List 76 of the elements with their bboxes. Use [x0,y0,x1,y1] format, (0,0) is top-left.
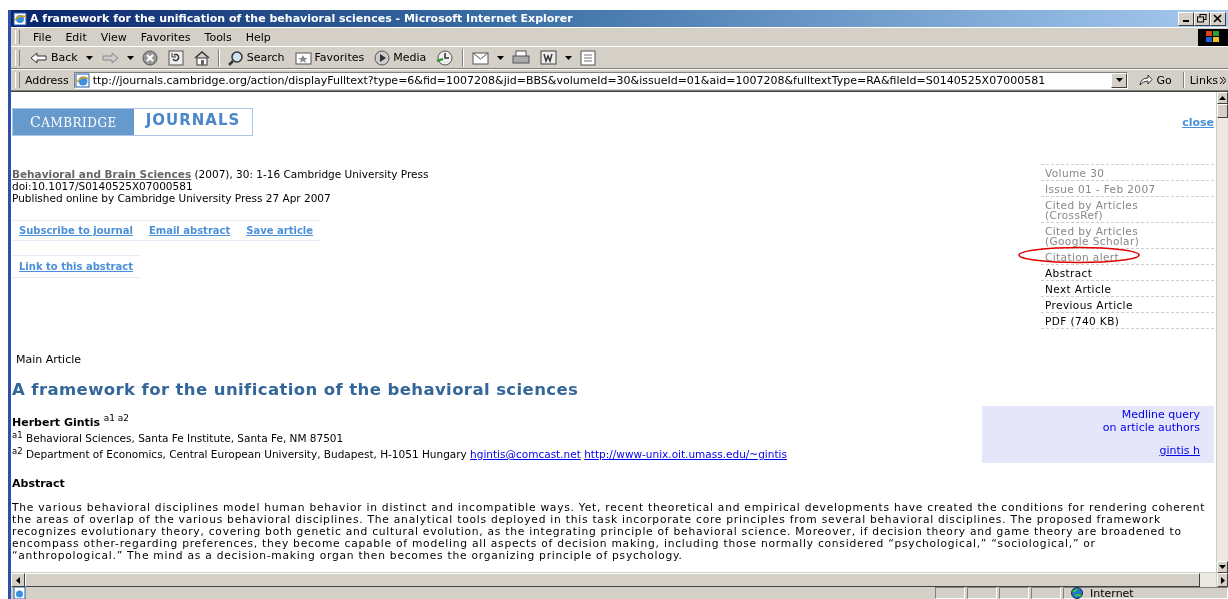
search-button[interactable]: Search [223,48,289,67]
scroll-down-button[interactable] [1217,561,1228,573]
menu-item[interactable]: Tools [197,30,239,44]
scrollbar-thumb[interactable] [25,573,1200,587]
favorites-icon [294,49,312,66]
publication-date: Published online by Cambridge University Press 27 Apr 2007 [12,192,332,204]
sidebar-link[interactable]: Next Article [1041,281,1214,296]
down-arrow-icon [1219,565,1226,569]
section-label: Main Article [15,353,83,366]
up-arrow-icon [1219,96,1226,100]
sidebar-link[interactable]: Abstract [1041,265,1214,280]
status-panel [967,587,997,599]
journal-link[interactable]: Behavioral and Brain Sciences [12,168,192,180]
address-label: Address [23,73,70,87]
sidebar-link[interactable]: Previous Article [1041,297,1214,312]
status-panel [935,587,965,599]
minimize-button[interactable] [1178,11,1194,26]
dropdown-button[interactable] [1111,72,1128,88]
scroll-right-button[interactable] [1217,573,1228,587]
author-link[interactable]: http://www-unix.oit.umass.edu/~gintis [584,447,787,460]
sidebar-link[interactable]: PDF (740 KB) [1041,313,1214,328]
media-icon [374,49,391,66]
note-icon [580,49,597,66]
home-icon [193,49,210,66]
refresh-icon [167,49,184,66]
journal-logo: CAMBRIDGE JOURNALS [12,108,254,136]
menu-item[interactable]: Edit [58,30,94,44]
back-button[interactable]: Back [26,48,82,67]
abstract-heading: Abstract [12,477,66,490]
caret-icon[interactable] [1115,78,1123,82]
doi-text: doi:10.1017/S0140525X07000581 [12,180,194,192]
printer-icon [512,49,531,66]
security-zone: Internet [1090,587,1134,599]
restore-icon [1197,14,1207,23]
window-title: A framework for the unification of the behavioral sciences - Microsoft Internet Explorer [30,12,574,25]
restore-button[interactable] [1194,11,1210,26]
globe-icon [1070,587,1084,599]
left-arrow-icon [16,576,20,584]
stop-icon [141,49,158,66]
affiliation-text: $^{a1}$ Behavioral Sciences, Santa Fe Institute, Santa Fe, NM 87501 [12,432,344,445]
author-search-link[interactable]: gintis h [1159,444,1200,457]
close-icon [1213,14,1223,23]
affiliation-text: $^{a2}$ Department of Economics, Central European University, Budapest, H-1051 Hungary [12,447,467,460]
page-icon [74,72,91,88]
citation-text: (2007), 30: 1-16 Cambridge University Press [194,168,429,180]
status-panel [999,587,1029,599]
right-arrow-icon [1220,576,1225,584]
go-button[interactable]: Go [1131,73,1180,87]
search-icon [227,49,244,66]
document-icon [540,49,558,66]
close-button[interactable] [1210,11,1226,26]
scroll-up-button[interactable] [1217,92,1228,104]
page-icon [13,587,27,599]
scrollbar-thumb[interactable] [1217,104,1228,118]
medline-title: Medline query on article authors [1101,408,1200,434]
abstract-text: The various behavioral disciplines model human behavior in distinct and incompatible ways. Yet, recent theoretical and empirical developments have created the conditions for rendering coherent the areas of overlap of the various behavioral disciplines. The analytical tools deployed in this task incorporate core principles from several behavioral disciplines. The proposed framework recognizes evolutionary theory, covering both genetic and cultural evolution, as the integrating principle of behavioral science. Moreover, if decision theory and game theory are broadened to encompass other-regarding preferences, they become capable of modeling all aspects of decision making, including those normally considered “psychological,” “sociological,” or “anthropological.” The mind as a decision-making organ then becomes the organizing principle of psychology. [12,502,1207,562]
forward-arrow-icon [100,49,119,66]
media-button[interactable]: Media [370,48,431,67]
mail-icon [472,49,490,66]
menu-item[interactable]: Favorites [133,30,198,44]
article-title: A framework for the unification of the behavioral sciences [12,380,580,399]
history-icon [436,49,455,66]
address-field[interactable]: ttp://journals.cambridge.org/action/displayFulltext?type=6&fid=1007208&jid=BBS&volumeId=30&issueId=01&aid=1007208&fulltextType=RA&fileId=S0140525X07000581 [73,71,1129,89]
go-arrow-icon [1139,74,1154,86]
author-link[interactable]: hgintis@comcast.net [470,447,581,460]
flag-icon [1206,31,1220,43]
chevron-icon [1220,76,1226,84]
scroll-left-button[interactable] [11,573,25,587]
favorites-button[interactable]: Favorites [290,48,369,67]
author-name: Herbert Gintis $^{a1 a2}$ [12,413,130,429]
back-arrow-icon [30,49,48,66]
links-button[interactable]: Links [1187,73,1228,87]
menu-item[interactable]: Help [238,30,278,44]
menu-item[interactable]: File [26,30,59,44]
menu-item[interactable]: View [93,30,134,44]
status-panel [1031,587,1061,599]
